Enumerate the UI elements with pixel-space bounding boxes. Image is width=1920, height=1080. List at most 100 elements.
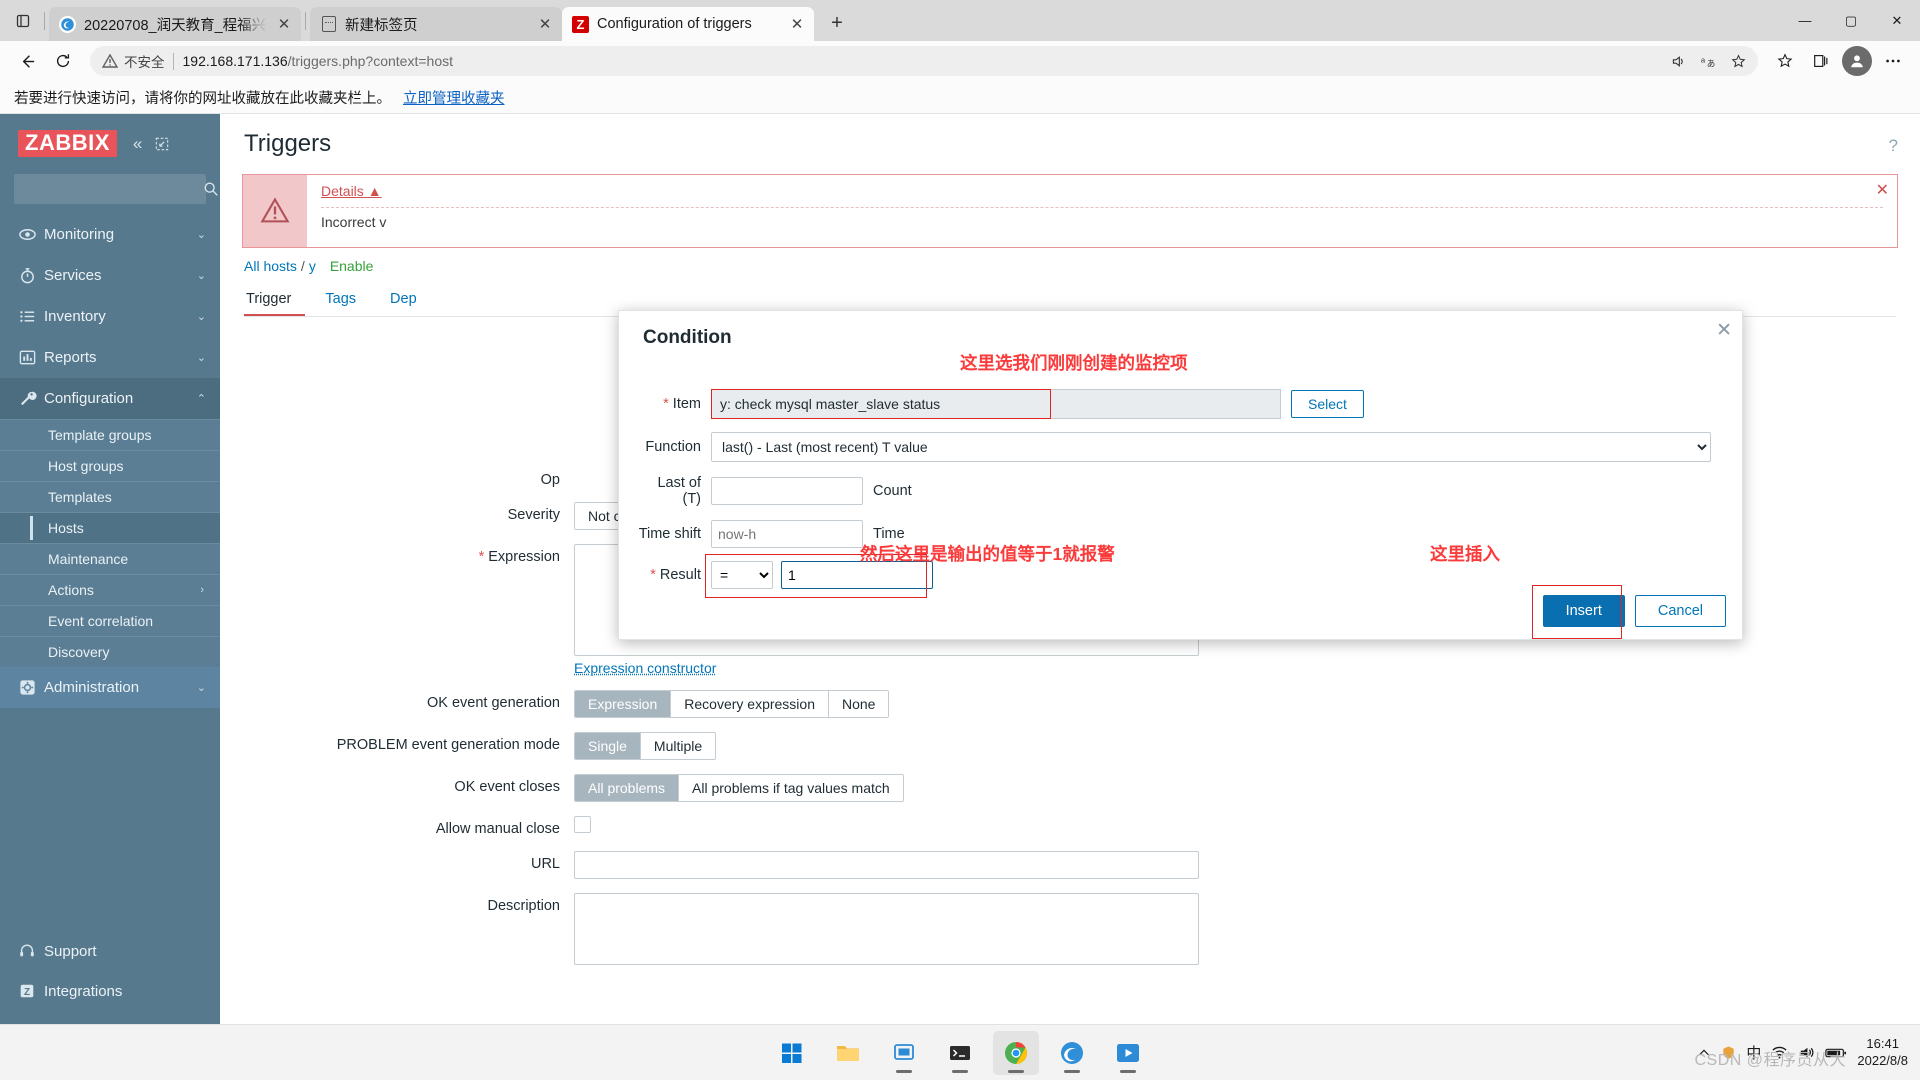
chevron-up-icon: ⌃ [196, 393, 206, 405]
file-explorer-icon[interactable] [825, 1031, 871, 1075]
profile-icon[interactable] [1840, 44, 1874, 78]
op-label: Op [540, 472, 560, 488]
sidebar-search[interactable] [14, 174, 218, 204]
ok-event-closes-segmented-control[interactable]: All problems All problems if tag values … [574, 774, 904, 802]
sidebar-subitem-template-groups[interactable]: Template groups [0, 419, 220, 450]
time-shift-input[interactable] [711, 520, 863, 548]
clock[interactable]: 16:41 2022/8/8 [1857, 1036, 1908, 1069]
sidebar-item-configuration[interactable]: Configuration ⌃ [0, 378, 220, 419]
sidebar-item-integrations[interactable]: Z Integrations [0, 971, 220, 1011]
zabbix-z-icon: Z [18, 982, 44, 1000]
close-icon[interactable]: ✕ [1716, 319, 1732, 342]
problem-mode-option-single[interactable]: Single [575, 733, 641, 759]
dialog-row-last-of-t: Last of (T) Count [635, 475, 1718, 507]
tab-dependencies[interactable]: Dep [388, 284, 431, 316]
browser-tab-1[interactable]: 20220708_润天教育_程福兴_Linu ✕ [49, 7, 301, 41]
sidebar-item-administration[interactable]: Administration ⌄ [0, 667, 220, 708]
ok-event-generation-segmented-control[interactable]: Expression Recovery expression None [574, 690, 890, 718]
breadcrumb-host[interactable]: y [309, 258, 316, 274]
zabbix-logo[interactable]: ZABBIX [18, 130, 117, 157]
media-player-icon[interactable] [1105, 1031, 1151, 1075]
maximize-button[interactable]: ▢ [1828, 0, 1874, 41]
description-textarea[interactable] [574, 893, 1199, 965]
translate-icon[interactable]: aあ [1694, 48, 1722, 74]
window-controls: — ▢ ✕ [1782, 0, 1920, 41]
sidebar-subitem-event-correlation[interactable]: Event correlation [0, 605, 220, 636]
tab-tags[interactable]: Tags [323, 284, 370, 316]
ok-event-option-recovery-expression[interactable]: Recovery expression [671, 691, 829, 717]
select-item-button[interactable]: Select [1291, 390, 1364, 418]
sidebar-item-monitoring[interactable]: Monitoring ⌄ [0, 214, 220, 255]
ok-closes-option-tag-values-match[interactable]: All problems if tag values match [679, 775, 903, 801]
sidebar-item-reports[interactable]: Reports ⌄ [0, 337, 220, 378]
sidebar-subitem-actions[interactable]: Actions › [0, 574, 220, 605]
collections-icon[interactable] [1804, 44, 1838, 78]
form-row-allow-manual-close: Allow manual close [244, 816, 1896, 837]
problem-mode-option-multiple[interactable]: Multiple [640, 733, 716, 759]
ok-event-option-expression[interactable]: Expression [575, 691, 672, 717]
insert-button[interactable]: Insert [1542, 595, 1625, 627]
sidebar-item-support[interactable]: Support [0, 931, 220, 971]
annotation-note-1: 这里选我们刚刚创建的监控项 [960, 353, 1188, 373]
search-input[interactable] [23, 180, 203, 198]
last-of-t-input[interactable] [711, 477, 863, 505]
close-window-button[interactable]: ✕ [1874, 0, 1920, 41]
page-title: Triggers [244, 130, 332, 157]
new-tab-button[interactable]: + [822, 8, 852, 38]
collapse-sidebar-icon[interactable]: « [133, 134, 142, 154]
close-icon[interactable]: ✕ [1876, 180, 1889, 200]
browser-tab-3[interactable]: Z Configuration of triggers ✕ [562, 7, 814, 41]
item-multiselect[interactable]: y: check mysql master_slave status [711, 389, 1281, 419]
not-secure-warning-icon [102, 53, 118, 69]
address-bar[interactable]: 不安全 192.168.171.136/triggers.php?context… [90, 46, 1758, 76]
problem-event-mode-segmented-control[interactable]: Single Multiple [574, 732, 717, 760]
details-link[interactable]: Details ▲ [321, 183, 382, 199]
svg-text:a: a [1700, 55, 1705, 64]
url-host: 192.168.171.136 [182, 53, 288, 69]
message-body: Details ▲ Incorrect v [307, 175, 1897, 247]
tab-list-button[interactable] [6, 4, 40, 38]
tab-close-icon[interactable]: ✕ [273, 13, 295, 35]
tab-trigger[interactable]: Trigger [244, 284, 306, 316]
chrome-icon[interactable] [993, 1030, 1039, 1075]
breadcrumb-all-hosts[interactable]: All hosts [244, 258, 297, 274]
minimize-button[interactable]: — [1782, 0, 1828, 41]
breadcrumb: All hosts / y Enable [220, 248, 1920, 274]
sidebar-subitem-host-groups[interactable]: Host groups [0, 450, 220, 481]
expression-constructor-link[interactable]: Expression constructor [574, 660, 716, 676]
edge-icon[interactable] [1049, 1031, 1095, 1075]
reload-icon[interactable] [46, 44, 80, 78]
manage-favorites-link[interactable]: 立即管理收藏夹 [403, 87, 505, 108]
terminal-icon[interactable] [937, 1031, 983, 1075]
task-view-icon[interactable] [881, 1031, 927, 1075]
sidebar-subitem-maintenance[interactable]: Maintenance [0, 543, 220, 574]
sidebar-subitem-templates[interactable]: Templates [0, 481, 220, 512]
browser-tab-2[interactable]: 新建标签页 ✕ [310, 7, 562, 41]
watermark: CSDN @程序员从大 [1694, 1052, 1846, 1069]
start-windows-icon[interactable] [769, 1031, 815, 1075]
tab-close-icon[interactable]: ✕ [786, 13, 808, 35]
favorites-icon[interactable] [1768, 44, 1802, 78]
hide-sidebar-icon[interactable] [155, 137, 169, 151]
sidebar-subitem-discovery[interactable]: Discovery [0, 636, 220, 667]
cancel-button[interactable]: Cancel [1634, 595, 1726, 627]
item-selected-value: y: check mysql master_slave status [720, 396, 941, 412]
sidebar-item-services[interactable]: Services ⌄ [0, 255, 220, 296]
sidebar-item-inventory[interactable]: Inventory ⌄ [0, 296, 220, 337]
status-badge: Enable [329, 258, 374, 274]
add-favorite-icon[interactable] [1724, 48, 1752, 74]
help-question-icon[interactable]: ? [1889, 136, 1898, 156]
read-aloud-icon[interactable] [1664, 48, 1692, 74]
back-arrow-icon[interactable] [10, 44, 44, 78]
more-settings-icon[interactable] [1876, 44, 1910, 78]
sidebar-subitem-hosts[interactable]: Hosts [0, 512, 220, 543]
tab-close-icon[interactable]: ✕ [534, 13, 556, 35]
ok-closes-option-all-problems[interactable]: All problems [575, 775, 680, 801]
annotation-note-2: 然后这里是输出的值等于1就报警 [860, 544, 1115, 564]
ok-event-option-none[interactable]: None [829, 691, 889, 717]
url-input[interactable] [574, 851, 1199, 879]
allow-manual-close-checkbox[interactable] [574, 816, 591, 833]
security-label: 不安全 [124, 55, 165, 70]
function-select[interactable]: last() - Last (most recent) T value [711, 432, 1711, 462]
search-icon[interactable] [203, 181, 219, 197]
